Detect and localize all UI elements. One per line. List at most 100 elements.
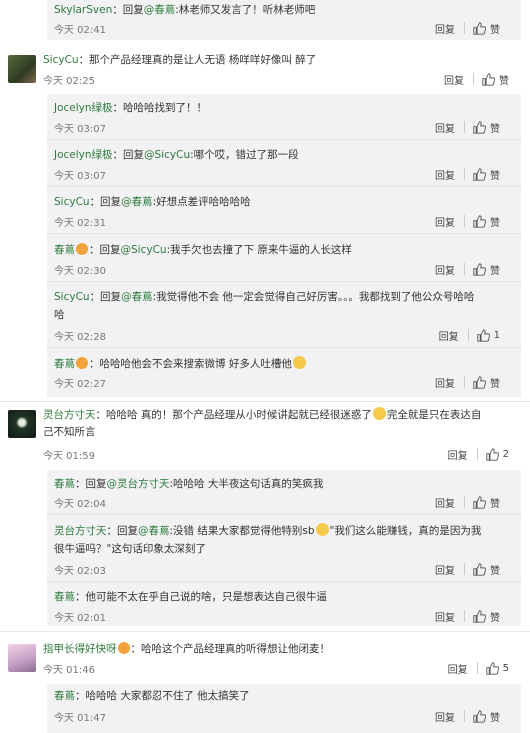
action-bar: 回复 赞 xyxy=(435,167,500,182)
reply-button[interactable]: 回复 xyxy=(435,214,464,229)
reply-button[interactable]: 回复 xyxy=(435,709,464,724)
mention-link[interactable]: @春蔦 xyxy=(144,4,176,16)
comment-text: :哈哈哈 大半夜这句话真的笑疯我 xyxy=(169,478,324,490)
like-label[interactable]: 赞 xyxy=(490,495,500,510)
timestamp: 今天 02:03 xyxy=(54,566,106,577)
divider xyxy=(464,496,465,508)
thumb-up-icon[interactable] xyxy=(482,73,495,86)
reply-block-0: SkylarSven：回复@春蔦:林老师又发言了！听林老师吧 今天 02:41 … xyxy=(47,0,521,40)
reply-text-continued: 哈 xyxy=(54,309,65,321)
like-label[interactable]: 赞 xyxy=(490,214,500,229)
reply-button[interactable]: 回复 xyxy=(448,447,477,462)
thumb-up-icon[interactable] xyxy=(486,448,499,461)
thumb-up-icon[interactable] xyxy=(473,263,486,276)
reply-text: 春蔦 ：回复@SicyCu:我手欠也去撞了下 原来牛逼的人长这样 xyxy=(54,243,352,257)
mention-link[interactable]: @SicyCu xyxy=(144,149,190,161)
like-label[interactable]: 赞 xyxy=(490,21,500,36)
username-link[interactable]: 春蔦 xyxy=(54,591,75,603)
thumb-up-icon[interactable] xyxy=(473,710,486,723)
like-count[interactable]: 1 xyxy=(494,330,500,341)
reply-text: 春蔦 ：哈哈哈他会不会来搜索微博 好多人吐槽他 xyxy=(54,356,307,371)
reply-text-continued: 很牛逼吗？"这句话印象太深刻了 xyxy=(54,543,206,555)
mention-link[interactable]: @春蔦 xyxy=(121,291,153,303)
laughing-emoji-icon xyxy=(315,523,329,536)
divider xyxy=(476,662,478,674)
reply-list: Jocelyn绿极：哈哈哈找到了！！ 今天 03:07 回复赞 Jocelyn绿… xyxy=(47,94,521,397)
username-link[interactable]: 指甲长得好快呀 xyxy=(43,643,117,655)
reply-button[interactable]: 回复 xyxy=(435,167,464,182)
thumb-up-icon[interactable] xyxy=(473,168,486,181)
divider xyxy=(47,281,521,282)
like-label[interactable]: 赞 xyxy=(490,120,500,135)
thumb-up-icon[interactable] xyxy=(473,215,486,228)
avatar[interactable] xyxy=(8,644,36,672)
username-link[interactable]: SicyCu xyxy=(54,196,90,208)
reply-button[interactable]: 回复 xyxy=(444,72,473,87)
action-bar: 回复 赞 xyxy=(435,709,500,724)
comment-text: 完全就是只在表达自 xyxy=(386,409,482,421)
like-count[interactable]: 2 xyxy=(503,449,509,460)
timestamp: 今天 02:04 xyxy=(54,499,106,510)
mention-link[interactable]: @春蔦 xyxy=(138,525,170,537)
thumb-up-icon[interactable] xyxy=(473,121,486,134)
like-label[interactable]: 赞 xyxy=(499,72,509,87)
reply-prefix: ：回复 xyxy=(89,244,121,256)
reply-button[interactable]: 回复 xyxy=(435,262,464,277)
reply-button[interactable]: 回复 xyxy=(435,562,464,577)
reply-prefix: ：回复 xyxy=(112,149,145,161)
like-label[interactable]: 赞 xyxy=(490,609,500,624)
divider xyxy=(464,168,465,180)
mention-link[interactable]: @灵台方寸天 xyxy=(107,478,170,490)
reply-button[interactable]: 回复 xyxy=(435,120,464,135)
username-link[interactable]: Jocelyn绿极 xyxy=(54,149,113,161)
reply-button[interactable]: 回复 xyxy=(439,328,468,343)
thumb-up-icon[interactable] xyxy=(473,610,486,623)
reply-text: SicyCu：回复@春蔦:我觉得他不会 他一定会觉得自己好厉害。。。我都找到了他… xyxy=(54,290,474,304)
divider xyxy=(473,73,474,85)
username-link[interactable]: 春蔦 xyxy=(54,478,75,490)
username-link[interactable]: 春蔦 xyxy=(54,244,75,256)
thumb-up-icon[interactable] xyxy=(473,496,486,509)
divider xyxy=(476,448,478,460)
reply-text: Jocelyn绿极：哈哈哈找到了！！ xyxy=(54,101,207,115)
like-label[interactable]: 赞 xyxy=(490,262,500,277)
like-label[interactable]: 赞 xyxy=(490,375,500,390)
timestamp: 今天 02:28 xyxy=(54,332,106,343)
reply-button[interactable]: 回复 xyxy=(448,661,477,676)
action-bar: 回复 赞 xyxy=(435,262,500,277)
thumb-up-icon[interactable] xyxy=(473,563,486,576)
mention-link[interactable]: @春蔦 xyxy=(121,196,153,208)
reply-prefix: ：回复 xyxy=(89,196,122,208)
like-label[interactable]: 赞 xyxy=(490,709,500,724)
like-label[interactable]: 赞 xyxy=(490,562,500,577)
action-bar: 回复 赞 xyxy=(444,72,509,87)
reply-button[interactable]: 回复 xyxy=(435,609,464,624)
thumb-up-icon[interactable] xyxy=(473,376,486,389)
avatar[interactable] xyxy=(8,410,36,438)
username-link[interactable]: 春蔦 xyxy=(54,690,75,702)
like-count[interactable]: 5 xyxy=(503,663,509,674)
divider xyxy=(47,347,521,348)
username-link[interactable]: 灵台方寸天 xyxy=(43,409,96,421)
reply-button[interactable]: 回复 xyxy=(435,375,464,390)
divider xyxy=(47,139,521,140)
like-label[interactable]: 赞 xyxy=(490,167,500,182)
username-link[interactable]: Jocelyn绿极 xyxy=(54,102,113,114)
timestamp: 今天 02:41 xyxy=(54,25,106,36)
mention-link[interactable]: @SicyCu xyxy=(121,244,167,256)
username-link[interactable]: SkylarSven xyxy=(54,4,112,16)
avatar[interactable] xyxy=(8,55,36,83)
divider xyxy=(47,581,521,582)
thumb-up-icon[interactable] xyxy=(477,329,490,342)
thumb-up-icon[interactable] xyxy=(473,22,486,35)
reply-button[interactable]: 回复 xyxy=(435,21,464,36)
reply-button[interactable]: 回复 xyxy=(435,495,464,510)
reply-text: 春蔦：他可能不太在乎自己说的啥，只是想表达自己很牛逼 xyxy=(54,590,327,604)
thumb-up-icon[interactable] xyxy=(486,662,499,675)
username-link[interactable]: SicyCu xyxy=(43,54,79,66)
timestamp: 今天 02:01 xyxy=(54,613,106,624)
username-link[interactable]: 灵台方寸天 xyxy=(54,525,107,537)
username-link[interactable]: 春蔦 xyxy=(54,358,75,370)
divider xyxy=(464,215,465,227)
username-link[interactable]: SicyCu xyxy=(54,291,90,303)
